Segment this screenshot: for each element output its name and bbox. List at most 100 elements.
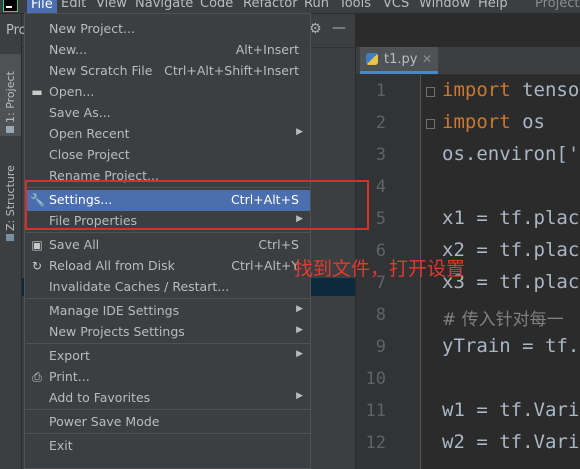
project-name-label: Project xyxy=(535,0,580,11)
menu-separator xyxy=(26,298,311,299)
code-text: tenso xyxy=(510,79,580,101)
submenu-arrow-icon: ▶ xyxy=(296,127,303,137)
menu-item-power-save-mode[interactable]: Power Save Mode xyxy=(25,412,310,433)
menu-navigate[interactable]: Navigate xyxy=(135,0,193,11)
menu-item-print[interactable]: ⎙ Print... xyxy=(25,367,310,388)
code-text: os.environ[' xyxy=(442,143,580,165)
menu-item-label: Save All xyxy=(49,237,100,252)
annotation-highlight-box xyxy=(25,180,369,230)
submenu-arrow-icon: ▶ xyxy=(296,325,303,335)
menu-item-shortcut: Alt+Insert xyxy=(235,42,299,57)
menu-vcs[interactable]: VCS xyxy=(383,0,409,11)
code-keyword: import xyxy=(442,111,511,133)
line-number: 3 xyxy=(375,145,386,165)
save-icon: ▣ xyxy=(31,238,43,252)
menu-item-manage-ide-settings[interactable]: Manage IDE Settings ▶ xyxy=(25,301,310,322)
menu-item-shortcut: Ctrl+Alt+Shift+Insert xyxy=(164,63,299,78)
fold-marker-icon[interactable] xyxy=(426,119,435,129)
line-number: 9 xyxy=(375,337,386,357)
menu-item-label: New Projects Settings xyxy=(49,324,185,339)
submenu-arrow-icon: ▶ xyxy=(296,349,303,359)
menu-edit[interactable]: Edit xyxy=(61,0,86,11)
code-keyword: import xyxy=(442,79,511,101)
editor-tab-bar: t1.py ✕ xyxy=(356,47,580,75)
close-icon[interactable]: ✕ xyxy=(422,52,432,66)
code-line: os.environ[' xyxy=(442,143,579,165)
menu-separator xyxy=(26,343,311,344)
tool-tab-project-label: 1: Project xyxy=(4,71,17,123)
menu-bar: File Edit View Navigate Code Refactor Ru… xyxy=(0,0,580,14)
menu-item-label: Save As... xyxy=(49,105,111,120)
menu-item-new-projects-settings[interactable]: New Projects Settings ▶ xyxy=(25,322,310,343)
menu-item-label: Manage IDE Settings xyxy=(49,303,180,318)
line-number: 10 xyxy=(365,369,386,389)
menu-item-label: Invalidate Caches / Restart... xyxy=(49,279,230,294)
menu-item-reload-all[interactable]: ↻ Reload All from Disk Ctrl+Alt+Y xyxy=(25,256,310,277)
menu-separator xyxy=(26,232,311,233)
code-line: w2 = tf.Vari xyxy=(442,431,579,453)
menu-item-save-all[interactable]: ▣ Save All Ctrl+S xyxy=(25,235,310,256)
code-line: x1 = tf.plac xyxy=(442,207,579,229)
code-comment: # 传入针对每一 xyxy=(442,310,564,330)
menu-item-label: Export xyxy=(49,348,90,363)
line-number: 1 xyxy=(375,81,386,101)
fold-marker-icon[interactable] xyxy=(426,87,435,97)
menu-separator xyxy=(26,433,311,434)
menu-item-label: Add to Favorites xyxy=(49,390,151,405)
menu-separator xyxy=(26,409,311,410)
code-text: os xyxy=(510,111,545,133)
code-text: yTrain = tf. xyxy=(442,335,580,357)
menu-file[interactable]: File xyxy=(27,0,57,13)
menu-item-label: Open Recent xyxy=(49,126,130,141)
menu-item-open-recent[interactable]: Open Recent ▶ xyxy=(25,124,310,145)
code-line: import os xyxy=(442,111,545,133)
menu-item-new-project[interactable]: New Project... xyxy=(25,19,310,40)
menu-refactor[interactable]: Refactor xyxy=(243,0,298,11)
menu-item-open[interactable]: ▬ Open... xyxy=(25,82,310,103)
submenu-arrow-icon: ▶ xyxy=(296,304,303,314)
code-line: yTrain = tf. xyxy=(442,335,579,357)
menu-item-exit[interactable]: Exit xyxy=(25,436,310,457)
menu-run[interactable]: Run xyxy=(304,0,329,11)
left-tool-strip: 1: Project Z: Structure xyxy=(0,14,22,469)
code-text: w2 = tf.Vari xyxy=(442,431,580,453)
menu-tools[interactable]: Tools xyxy=(339,0,371,11)
menu-view[interactable]: View xyxy=(96,0,127,11)
structure-icon xyxy=(6,234,15,241)
menu-item-label: New... xyxy=(49,42,88,57)
annotation-text: 找到文件，打开设置 xyxy=(294,258,466,280)
print-icon: ⎙ xyxy=(32,370,42,384)
menu-item-label: Print... xyxy=(49,369,90,384)
python-file-icon xyxy=(366,53,378,65)
folder-icon: ▬ xyxy=(31,85,43,99)
menu-item-label: Close Project xyxy=(49,147,130,162)
reload-icon: ↻ xyxy=(31,259,43,273)
menu-item-label: Power Save Mode xyxy=(49,414,160,429)
menu-item-close-project[interactable]: Close Project xyxy=(25,145,310,166)
code-line: # 传入针对每一 xyxy=(442,305,564,330)
line-number: 8 xyxy=(375,305,386,325)
app-logo-icon[interactable] xyxy=(3,0,18,12)
menu-item-new-scratch-file[interactable]: New Scratch File Ctrl+Alt+Shift+Insert xyxy=(25,61,310,82)
menu-item-export[interactable]: Export ▶ xyxy=(25,346,310,367)
editor-tab-t1py[interactable]: t1.py ✕ xyxy=(360,47,438,74)
menu-item-new[interactable]: New... Alt+Insert xyxy=(25,40,310,61)
project-folder-icon xyxy=(6,126,15,133)
tool-tab-project[interactable]: 1: Project xyxy=(0,54,21,136)
line-number: 2 xyxy=(375,113,386,133)
menu-help[interactable]: Help xyxy=(478,0,508,11)
menu-item-label: Open... xyxy=(49,84,95,99)
menu-item-add-to-favorites[interactable]: Add to Favorites ▶ xyxy=(25,388,310,409)
menu-item-label: New Project... xyxy=(49,21,135,36)
menu-item-save-as[interactable]: Save As... xyxy=(25,103,310,124)
menu-item-invalidate-caches[interactable]: Invalidate Caches / Restart... xyxy=(25,277,310,298)
tool-tab-structure[interactable]: Z: Structure xyxy=(0,149,21,244)
menu-item-shortcut: Ctrl+Alt+Y xyxy=(231,258,299,273)
menu-window[interactable]: Window xyxy=(419,0,470,11)
editor-tab-label: t1.py xyxy=(384,52,418,67)
submenu-arrow-icon: ▶ xyxy=(296,391,303,401)
menu-code[interactable]: Code xyxy=(200,0,233,11)
code-line: import tenso xyxy=(442,79,579,101)
menu-item-label: Reload All from Disk xyxy=(49,258,175,273)
minimize-icon[interactable]: — xyxy=(332,20,346,36)
